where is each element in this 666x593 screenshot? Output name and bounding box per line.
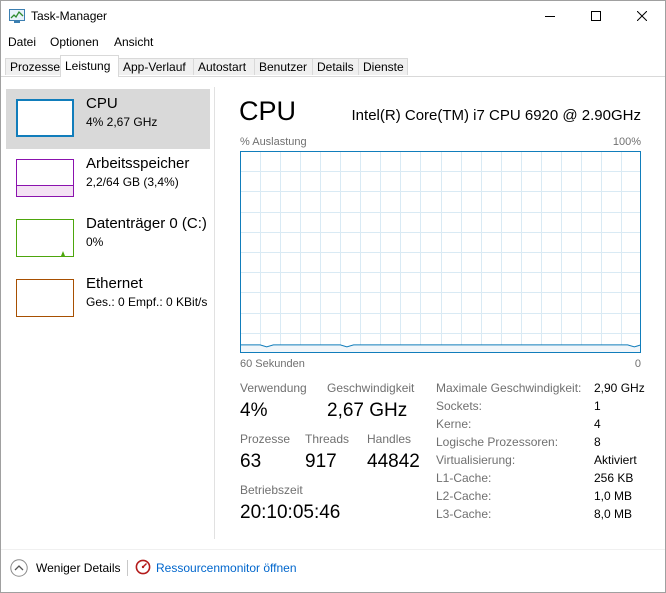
info-label: Maximale Geschwindigkeit: [436, 381, 582, 395]
menu-optionen[interactable]: Optionen [50, 35, 99, 49]
graph-x-left-label: 60 Sekunden [240, 358, 305, 370]
resource-item-memory[interactable]: Arbeitsspeicher 2,2/64 GB (3,4%) [6, 149, 210, 209]
open-resource-monitor-link[interactable]: Ressourcenmonitor öffnen [156, 561, 297, 575]
info-label: L1-Cache: [436, 471, 492, 485]
resource-summary: 4% 2,67 GHz [86, 115, 158, 129]
processes-label: Prozesse [240, 432, 291, 446]
info-value: Aktiviert [594, 453, 637, 467]
footer-divider [1, 549, 665, 550]
info-label: Kerne: [436, 417, 472, 431]
resource-name: Arbeitsspeicher [86, 155, 190, 172]
cpu-mini-graph [16, 99, 74, 137]
tab-dienste[interactable]: Dienste [358, 58, 408, 75]
info-label: L3-Cache: [436, 507, 492, 521]
info-value: 1,0 MB [594, 489, 633, 503]
tab-benutzer[interactable]: Benutzer [254, 58, 313, 75]
resource-name: CPU [86, 95, 118, 112]
memory-usage-fill [17, 185, 73, 196]
memory-mini-graph [16, 159, 74, 197]
resource-item-disk[interactable]: Datenträger 0 (C:) 0% [6, 209, 210, 269]
tab-prozesse[interactable]: Prozesse [5, 58, 61, 75]
info-label: Virtualisierung: [436, 453, 516, 467]
tab-details[interactable]: Details [312, 58, 359, 75]
speed-label: Geschwindigkeit [327, 381, 415, 395]
info-value: 256 KB [594, 471, 634, 485]
resource-name: Ethernet [86, 275, 143, 292]
info-label: Logische Prozessoren: [436, 435, 559, 449]
chevron-up-icon[interactable] [10, 559, 28, 577]
threads-label: Threads [305, 432, 350, 446]
title-bar[interactable]: Task-Manager [1, 1, 665, 31]
ethernet-mini-graph [16, 279, 74, 317]
usage-value: 4% [240, 400, 268, 421]
footer-separator [127, 560, 128, 576]
info-label: Sockets: [436, 399, 483, 413]
info-value: 2,90 GHz [594, 381, 645, 395]
minimize-button[interactable] [527, 1, 573, 31]
resource-item-cpu[interactable]: CPU 4% 2,67 GHz [6, 89, 210, 149]
graph-y-label: % Auslastung [240, 136, 307, 148]
resource-summary: Ges.: 0 Empf.: 0 KBit/s [86, 295, 208, 309]
footer: Weniger Details Ressourcenmonitor öffnen [1, 557, 665, 581]
menu-bar: Datei Optionen Ansicht [1, 32, 665, 52]
cpu-usage-graph [240, 151, 641, 353]
resource-monitor-icon [135, 559, 151, 575]
resource-name: Datenträger 0 (C:) [86, 215, 207, 232]
uptime-label: Betriebszeit [240, 483, 303, 497]
usage-area [240, 344, 641, 353]
info-value: 8 [594, 435, 601, 449]
resource-item-ethernet[interactable]: Ethernet Ges.: 0 Empf.: 0 KBit/s [6, 269, 210, 329]
speed-value: 2,67 GHz [327, 400, 408, 421]
menu-datei[interactable]: Datei [8, 35, 36, 49]
graph-grid [240, 151, 641, 353]
uptime-value: 20:10:05:46 [240, 502, 341, 523]
threads-value: 917 [305, 451, 337, 472]
resource-summary: 2,2/64 GB (3,4%) [86, 175, 179, 189]
task-manager-window: Task-Manager Datei Optionen Ansicht Proz… [0, 0, 666, 593]
tab-strip: Prozesse Leistung App-Verlauf Autostart … [1, 55, 665, 77]
info-value: 8,0 MB [594, 507, 633, 521]
disk-mini-graph [16, 219, 74, 257]
pane-divider[interactable] [214, 87, 215, 539]
tab-app-verlauf[interactable]: App-Verlauf [118, 58, 194, 75]
close-button[interactable] [619, 1, 665, 31]
tab-leistung[interactable]: Leistung [60, 55, 119, 77]
info-label: L2-Cache: [436, 489, 492, 503]
info-value: 4 [594, 417, 601, 431]
info-value: 1 [594, 399, 601, 413]
task-manager-icon [9, 9, 25, 23]
disk-activity-spike [61, 251, 65, 256]
minimize-icon [545, 16, 555, 17]
handles-label: Handles [367, 432, 412, 446]
usage-label: Verwendung [240, 381, 307, 395]
cpu-model: Intel(R) Core(TM) i7 CPU 6920 @ 2.90GHz [351, 107, 641, 124]
window-title: Task-Manager [31, 9, 108, 23]
graph-y-max-label: 100% [612, 136, 641, 148]
tab-autostart[interactable]: Autostart [193, 58, 255, 75]
close-icon [637, 11, 647, 21]
handles-value: 44842 [367, 451, 420, 472]
menu-ansicht[interactable]: Ansicht [114, 35, 153, 49]
fewer-details-button[interactable]: Weniger Details [36, 561, 120, 575]
processes-value: 63 [240, 451, 262, 472]
resource-list: CPU 4% 2,67 GHz Arbeitsspeicher 2,2/64 G… [2, 87, 212, 539]
maximize-icon [591, 11, 601, 21]
graph-x-right-label: 0 [634, 358, 641, 370]
resource-summary: 0% [86, 235, 104, 249]
maximize-button[interactable] [573, 1, 619, 31]
detail-title: CPU [239, 96, 297, 126]
